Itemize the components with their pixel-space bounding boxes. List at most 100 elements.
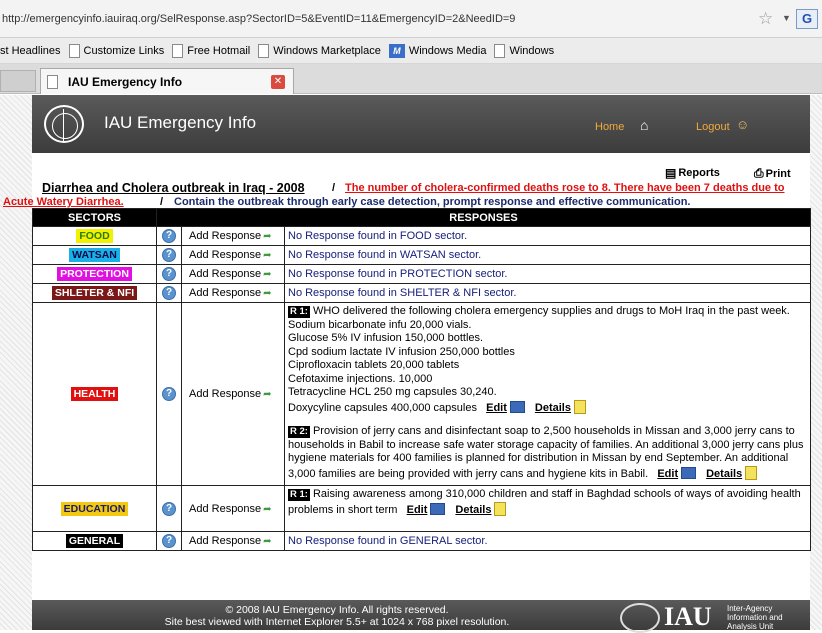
- table-header: SECTORS RESPONSES: [32, 208, 811, 227]
- education-responses: R 1: Raising awareness among 310,000 chil…: [284, 485, 811, 532]
- page-icon: [172, 43, 184, 58]
- event-title[interactable]: Diarrhea and Cholera outbreak in Iraq - …: [42, 181, 305, 195]
- windows-live-icon: M: [388, 43, 405, 58]
- tab-bar: IAU Emergency Info ✕: [0, 64, 822, 94]
- response-line: Glucose 5% IV infusion 150,000 bottles.: [288, 332, 484, 344]
- response-item: R 1: WHO delivered the following cholera …: [288, 305, 807, 415]
- bookmark-headlines[interactable]: st Headlines: [0, 45, 61, 57]
- sector-tag-food: FOOD: [76, 229, 113, 243]
- site-footer: © 2008 IAU Emergency Info. All rights re…: [32, 600, 810, 633]
- responses-table: SECTORS RESPONSES FOOD ? Add Response ➦ N…: [32, 208, 811, 551]
- edit-icon[interactable]: [430, 502, 446, 515]
- home-link[interactable]: Home: [595, 121, 624, 133]
- add-response-button[interactable]: Add Response ➦: [181, 531, 285, 551]
- address-bar: http://emergencyinfo.iauiraq.org/SelResp…: [0, 0, 822, 38]
- details-note-icon[interactable]: [494, 501, 507, 516]
- edit-link[interactable]: Edit: [407, 504, 428, 516]
- bookmarks-bar: st Headlines Customize Links Free Hotmai…: [0, 38, 822, 64]
- response-line: Tetracycline HCL 250 mg capsules 30,240.: [288, 386, 497, 398]
- help-icon[interactable]: ?: [162, 534, 176, 548]
- site-header: IAU Emergency Info Home ⌂ Logout ☺: [32, 95, 810, 153]
- bookmark-label: Free Hotmail: [187, 44, 251, 57]
- bookmark-customize-links[interactable]: Customize Links: [68, 43, 164, 58]
- add-icon: ➦: [263, 503, 272, 515]
- help-icon[interactable]: ?: [162, 248, 176, 262]
- print-label: Print: [765, 167, 791, 180]
- page-icon: [258, 43, 270, 58]
- objective-text: Contain the outbreak through early case …: [174, 196, 691, 208]
- details-note-icon[interactable]: [745, 465, 758, 480]
- iau-emblem-icon: [620, 603, 660, 633]
- add-response-button[interactable]: Add Response ➦: [181, 245, 285, 265]
- page-icon: [68, 43, 80, 58]
- edit-icon[interactable]: [509, 400, 525, 413]
- url-field[interactable]: http://emergencyinfo.iauiraq.org/SelResp…: [2, 13, 515, 25]
- print-link[interactable]: ⎙ Print: [754, 166, 791, 181]
- add-response-label: Add Response: [189, 230, 262, 242]
- details-note-icon[interactable]: [573, 399, 586, 414]
- response-id-badge: R 1:: [288, 489, 310, 501]
- add-response-button[interactable]: Add Response ➦: [181, 283, 285, 303]
- bookmark-label: Windows Marketplace: [273, 44, 381, 57]
- sector-tag-shelter-nfi: SHLETER & NFI: [51, 286, 138, 300]
- page-icon: [47, 74, 58, 89]
- edit-link[interactable]: Edit: [486, 402, 507, 414]
- star-icon[interactable]: ☆: [758, 9, 773, 29]
- add-response-button[interactable]: Add Response ➦: [181, 264, 285, 284]
- edit-icon[interactable]: [681, 466, 697, 479]
- iau-subtitle-line: Information and: [727, 613, 783, 622]
- add-response-button[interactable]: Add Response ➦: [181, 485, 285, 532]
- table-row: GENERAL ? Add Response ➦ No Response foun…: [32, 531, 811, 551]
- edit-link[interactable]: Edit: [657, 468, 678, 480]
- column-header-responses: RESPONSES: [156, 208, 811, 227]
- bookmark-windows[interactable]: Windows: [494, 43, 554, 58]
- response-text: No Response found in FOOD sector.: [284, 226, 811, 246]
- iau-subtitle-line: Inter-Agency: [727, 604, 773, 613]
- tab-title: IAU Emergency Info: [68, 74, 183, 89]
- reports-label: Reports: [678, 167, 720, 179]
- details-link[interactable]: Details: [706, 468, 742, 480]
- add-response-button[interactable]: Add Response ➦: [181, 226, 285, 246]
- tab-iau-emergency-info[interactable]: IAU Emergency Info ✕: [40, 68, 294, 94]
- google-search-icon[interactable]: G: [796, 9, 818, 29]
- site-title: IAU Emergency Info: [104, 113, 257, 132]
- response-line: Cefotaxime injections. 10,000: [288, 372, 433, 385]
- reports-link[interactable]: ▤ Reports: [665, 166, 720, 180]
- add-response-label: Add Response: [189, 502, 262, 515]
- column-header-sectors: SECTORS: [32, 208, 157, 227]
- response-text: No Response found in SHELTER & NFI secto…: [284, 283, 811, 303]
- page-viewport: IAU Emergency Info Home ⌂ Logout ☺ ▤ Repo…: [0, 95, 822, 633]
- bookmark-free-hotmail[interactable]: Free Hotmail: [172, 43, 251, 58]
- home-icon[interactable]: ⌂: [640, 117, 648, 133]
- add-icon: ➦: [263, 288, 272, 299]
- bookmark-windows-media[interactable]: M Windows Media: [388, 43, 486, 58]
- close-icon[interactable]: ✕: [271, 75, 285, 89]
- response-line: WHO delivered the following cholera emer…: [312, 305, 790, 317]
- add-response-button[interactable]: Add Response ➦: [181, 302, 285, 486]
- help-icon[interactable]: ?: [162, 501, 176, 516]
- browser-note: Site best viewed with Internet Explorer …: [164, 616, 510, 628]
- add-response-label: Add Response: [189, 287, 262, 299]
- page-body: IAU Emergency Info Home ⌂ Logout ☺ ▤ Repo…: [3, 95, 811, 633]
- need-link[interactable]: The number of cholera-confirmed deaths r…: [345, 182, 784, 194]
- table-row: SHLETER & NFI ? Add Response ➦ No Respons…: [32, 283, 811, 303]
- details-link[interactable]: Details: [455, 504, 491, 516]
- bookmark-windows-marketplace[interactable]: Windows Marketplace: [258, 43, 381, 58]
- logout-link[interactable]: Logout: [696, 121, 730, 133]
- help-icon[interactable]: ?: [162, 286, 176, 300]
- response-line: Doxycyline capsules 400,000 capsules: [288, 401, 477, 414]
- table-row: FOOD ? Add Response ➦ No Response found i…: [32, 226, 811, 246]
- help-icon[interactable]: ?: [162, 267, 176, 281]
- add-response-label: Add Response: [189, 268, 262, 280]
- details-link[interactable]: Details: [535, 402, 571, 414]
- help-icon[interactable]: ?: [162, 387, 176, 401]
- sector-tag-watsan: WATSAN: [69, 248, 120, 262]
- response-line: Ciprofloxacin tablets 20,000 tablets: [288, 359, 460, 371]
- need-link-continued[interactable]: Acute Watery Diarrhea.: [3, 196, 124, 208]
- help-icon[interactable]: ?: [162, 229, 176, 243]
- logout-user-icon[interactable]: ☺: [736, 117, 749, 132]
- copyright-text: © 2008 IAU Emergency Info. All rights re…: [225, 604, 449, 616]
- chevron-down-icon[interactable]: ▼: [782, 13, 791, 23]
- tab-previous[interactable]: [0, 70, 36, 92]
- sector-tag-general: GENERAL: [65, 534, 124, 548]
